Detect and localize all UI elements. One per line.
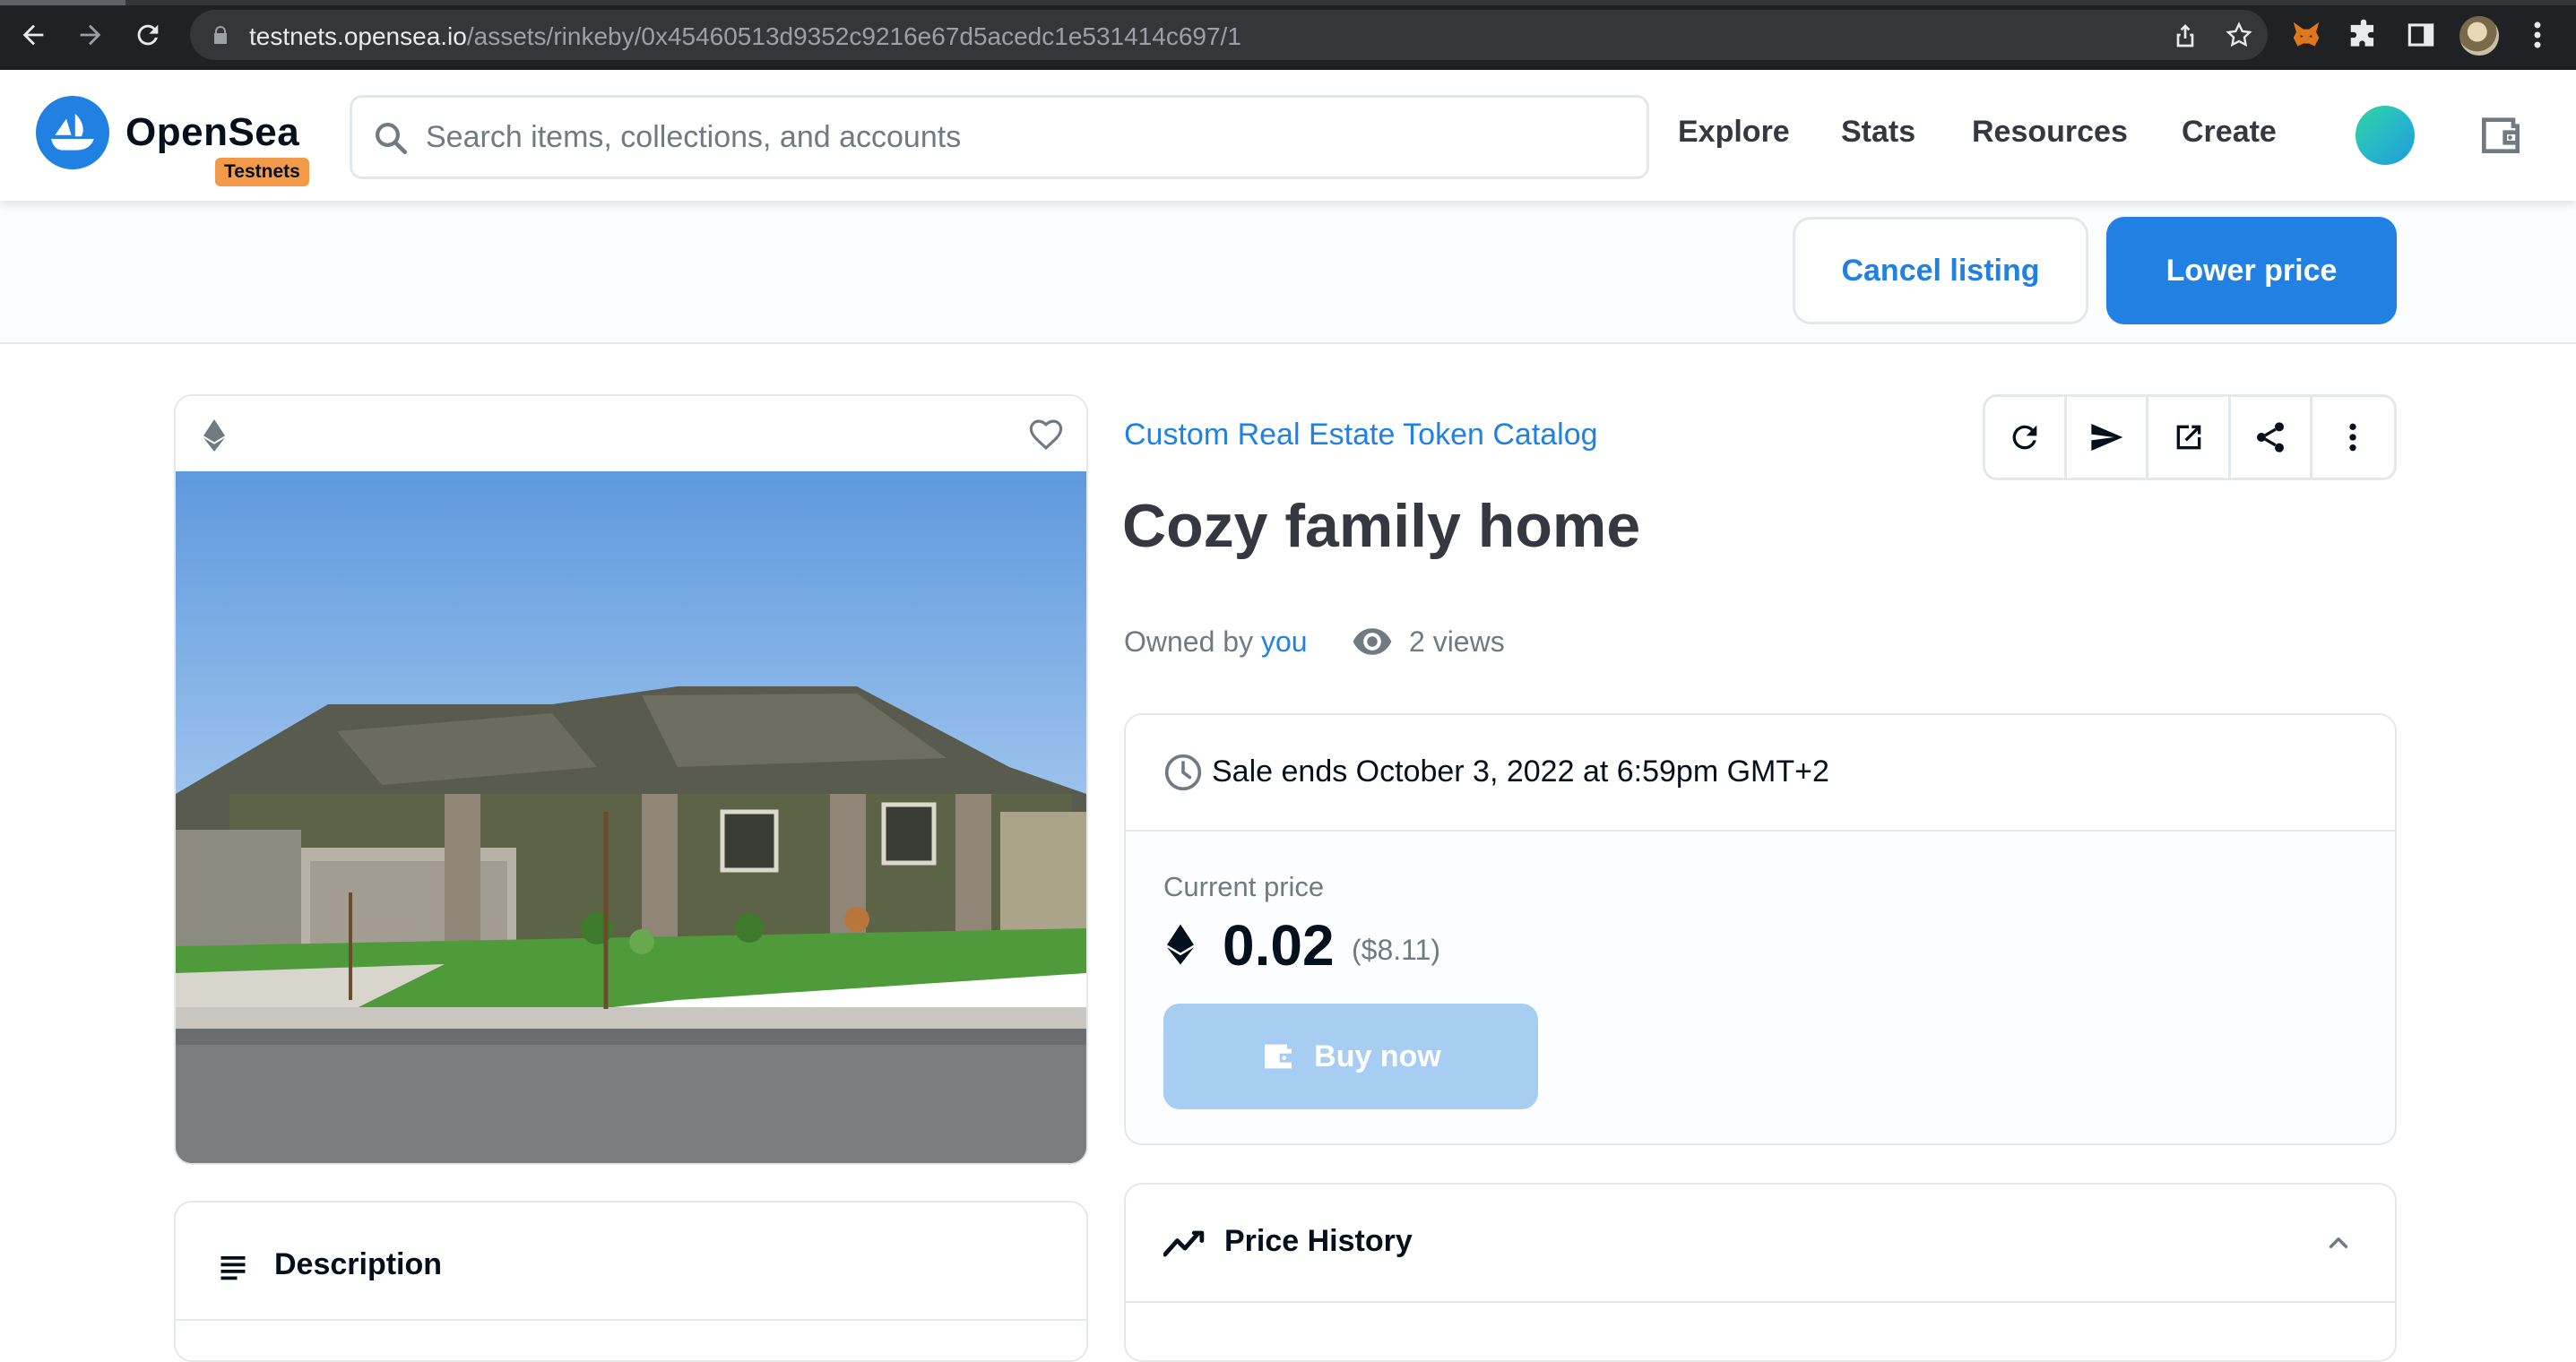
lock-icon[interactable]: [210, 24, 231, 46]
external-link-icon: [2176, 425, 2200, 450]
search-icon: [376, 123, 408, 155]
views-text: 2 views: [1409, 625, 1505, 658]
price-history-title: Price History: [1224, 1224, 1413, 1258]
back-icon[interactable]: [14, 16, 52, 54]
price-usd: ($8.11): [1352, 934, 1441, 966]
transfer-button[interactable]: [2067, 397, 2149, 478]
description-lines-icon: [220, 1256, 246, 1280]
metamask-fox-icon[interactable]: [2289, 18, 2323, 52]
share-icon: [2256, 422, 2284, 453]
heart-icon[interactable]: [1027, 416, 1065, 453]
more-options-button[interactable]: [2312, 397, 2394, 478]
collection-link[interactable]: Custom Real Estate Token Catalog: [1124, 418, 1598, 453]
owned-by-label: Owned by: [1124, 625, 1254, 658]
profile-avatar[interactable]: [2356, 106, 2415, 165]
owner-link[interactable]: you: [1261, 625, 1308, 658]
view-count: 2 views: [1352, 624, 1505, 659]
address-bar[interactable]: testnets.opensea.io/assets/rinkeby/0x454…: [190, 10, 2268, 60]
eye-icon: [1353, 628, 1392, 655]
search-bar: [350, 95, 1649, 179]
price-value: 0.02: [1223, 913, 1335, 978]
forward-icon[interactable]: [72, 16, 109, 54]
buy-now-label: Buy now: [1314, 1039, 1441, 1073]
logo-wordmark[interactable]: OpenSea: [125, 110, 299, 155]
browser-chrome: testnets.opensea.io/assets/rinkeby/0x454…: [0, 0, 2576, 70]
lower-price-button[interactable]: Lower price: [2106, 217, 2397, 324]
site-header: OpenSea Testnets Explore Stats Resources…: [0, 70, 2576, 201]
owner-line: Owned by you: [1124, 625, 1308, 659]
owner-action-bar: Cancel listing Lower price: [0, 201, 2576, 344]
nav-resources[interactable]: Resources: [1972, 115, 2128, 150]
nav-create[interactable]: Create: [2182, 115, 2277, 150]
reload-icon[interactable]: [129, 16, 167, 54]
sale-panel: Sale ends October 3, 2022 at 6:59pm GMT+…: [1124, 713, 2397, 1145]
url-path: /assets/rinkeby/0x45460513d9352c9216e67d…: [466, 22, 1241, 50]
wallet-icon[interactable]: [2476, 109, 2526, 159]
external-link-button[interactable]: [2148, 397, 2231, 478]
item-title: Cozy family home: [1122, 492, 1641, 560]
search-input[interactable]: [426, 112, 1627, 162]
refresh-icon: [2012, 425, 2037, 450]
url-text[interactable]: testnets.opensea.io/assets/rinkeby/0x454…: [249, 22, 1241, 51]
sale-end-text: Sale ends October 3, 2022 at 6:59pm GMT+…: [1212, 754, 1829, 789]
opensea-logo-icon[interactable]: [36, 96, 109, 169]
item-toolbar: [1983, 394, 2397, 480]
description-panel[interactable]: Description: [174, 1201, 1088, 1362]
description-title: Description: [274, 1247, 443, 1281]
divider: [1126, 1301, 2395, 1303]
more-vertical-icon: [2349, 423, 2357, 452]
chevron-up-icon[interactable]: [2323, 1228, 2354, 1258]
house-photo[interactable]: [176, 471, 1086, 1165]
send-icon: [2091, 424, 2123, 451]
url-host: testnets.opensea.io: [249, 22, 467, 50]
browser-profile-avatar[interactable]: [2459, 16, 2499, 56]
current-price-label: Current price: [1163, 871, 1325, 902]
sale-header: Sale ends October 3, 2022 at 6:59pm GMT+…: [1126, 715, 2395, 832]
ethereum-icon[interactable]: [203, 419, 226, 452]
tab-strip: [0, 0, 2576, 5]
cancel-listing-button[interactable]: Cancel listing: [1793, 217, 2088, 324]
buy-now-button[interactable]: Buy now: [1163, 1004, 1538, 1109]
price-history-panel[interactable]: Price History: [1124, 1183, 2397, 1362]
wallet-icon: [1265, 1044, 1292, 1069]
share-button[interactable]: [2231, 397, 2312, 478]
media-header: 0: [176, 396, 1086, 471]
nav-stats[interactable]: Stats: [1841, 115, 1915, 150]
extensions-puzzle-icon[interactable]: [2347, 18, 2381, 52]
share-page-icon[interactable]: [2171, 21, 2200, 49]
bookmark-star-icon[interactable]: [2225, 21, 2253, 49]
ethereum-icon: [1167, 924, 1194, 965]
clock-icon: [1164, 754, 1202, 791]
divider: [176, 1319, 1086, 1321]
active-tab-indicator[interactable]: [0, 0, 125, 5]
trending-line-icon: [1163, 1230, 1205, 1257]
item-media-card: 0: [174, 394, 1088, 1165]
refresh-metadata-button[interactable]: [1985, 397, 2068, 478]
browser-menu-icon[interactable]: [2524, 18, 2551, 52]
testnets-badge: Testnets: [215, 158, 309, 186]
side-panel-icon[interactable]: [2404, 18, 2438, 52]
nav-explore[interactable]: Explore: [1678, 115, 1790, 150]
